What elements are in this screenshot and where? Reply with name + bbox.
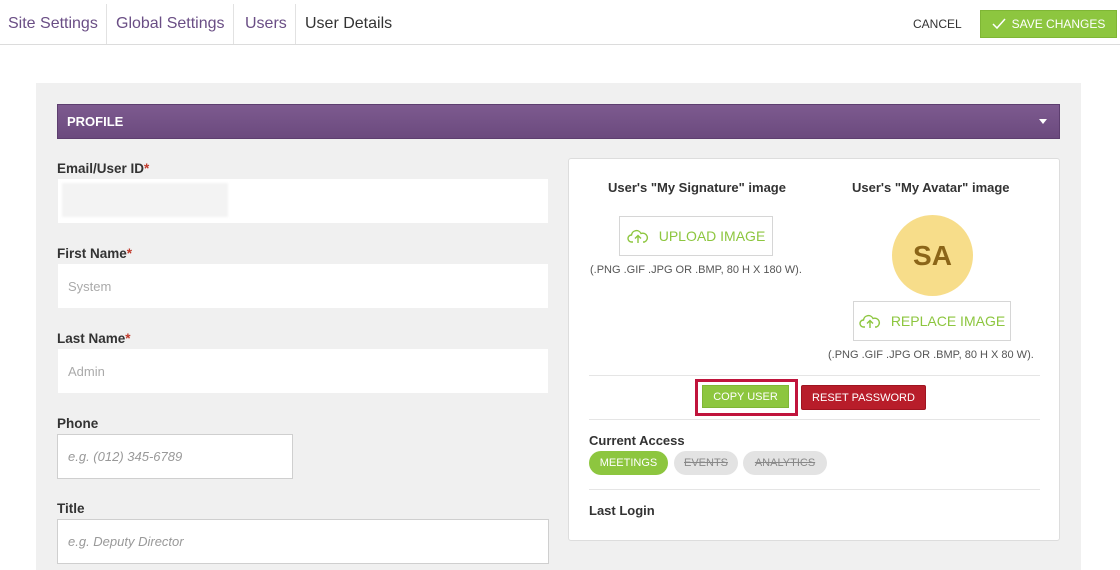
first-name-label: First Name*	[57, 246, 133, 261]
check-icon	[992, 18, 1006, 30]
phone-field[interactable]: e.g. (012) 345-6789	[57, 434, 293, 479]
phone-label: Phone	[57, 416, 99, 431]
copy-user-button[interactable]: COPY USER	[702, 385, 789, 408]
last-name-field[interactable]: Admin	[57, 348, 549, 394]
title-field[interactable]: e.g. Deputy Director	[57, 519, 549, 564]
upload-signature-button[interactable]: UPLOAD IMAGE	[619, 216, 773, 256]
email-value-redacted	[62, 183, 228, 217]
avatar-heading: User's "My Avatar" image	[852, 180, 1010, 195]
top-bar: Site Settings Global Settings Users User…	[0, 4, 1120, 45]
caret-down-icon	[1039, 119, 1047, 124]
breadcrumb-users[interactable]: Users	[237, 4, 296, 44]
access-pill-events[interactable]: EVENTS	[674, 451, 738, 475]
upload-signature-label: UPLOAD IMAGE	[658, 228, 766, 244]
divider	[589, 419, 1040, 420]
cloud-upload-icon	[627, 229, 648, 243]
cancel-button[interactable]: CANCEL	[905, 4, 970, 44]
main-panel: PROFILE Email/User ID* First Name* Syste…	[36, 83, 1081, 570]
email-label: Email/User ID*	[57, 161, 150, 176]
breadcrumb-global-settings[interactable]: Global Settings	[108, 4, 234, 44]
first-name-field[interactable]: System	[57, 263, 549, 309]
avatar: SA	[892, 215, 973, 296]
divider	[589, 489, 1040, 490]
signature-hint: (.PNG .GIF .JPG OR .BMP, 80 H X 180 W).	[590, 264, 802, 276]
reset-password-button[interactable]: RESET PASSWORD	[801, 385, 926, 410]
divider	[589, 375, 1040, 376]
access-pill-meetings[interactable]: MEETINGS	[589, 451, 668, 475]
save-changes-label: SAVE CHANGES	[1011, 17, 1106, 31]
current-access-heading: Current Access	[589, 433, 685, 448]
avatar-initials: SA	[913, 239, 952, 271]
last-login-label: Last Login	[589, 503, 655, 518]
signature-heading: User's "My Signature" image	[608, 180, 786, 195]
phone-placeholder: e.g. (012) 345-6789	[68, 449, 183, 464]
first-name-value: System	[68, 278, 112, 294]
replace-avatar-button[interactable]: REPLACE IMAGE	[853, 301, 1011, 341]
email-field[interactable]	[57, 178, 549, 224]
breadcrumb-user-details: User Details	[305, 15, 393, 32]
access-pill-analytics[interactable]: ANALYTICS	[743, 451, 827, 475]
avatar-hint: (.PNG .GIF .JPG OR .BMP, 80 H X 80 W).	[828, 349, 1034, 361]
replace-avatar-label: REPLACE IMAGE	[890, 313, 1006, 329]
profile-section-header[interactable]: PROFILE	[57, 104, 1060, 139]
profile-section-title: PROFILE	[67, 114, 124, 129]
title-label: Title	[57, 501, 85, 516]
last-name-label: Last Name*	[57, 331, 131, 346]
last-name-value: Admin	[68, 363, 105, 379]
cloud-upload-icon	[859, 314, 880, 328]
images-access-card: User's "My Signature" image User's "My A…	[568, 158, 1060, 541]
breadcrumb-site-settings[interactable]: Site Settings	[0, 4, 107, 44]
title-placeholder: e.g. Deputy Director	[68, 534, 184, 549]
copy-user-highlight: COPY USER	[695, 379, 798, 416]
save-changes-button[interactable]: SAVE CHANGES	[980, 10, 1117, 38]
